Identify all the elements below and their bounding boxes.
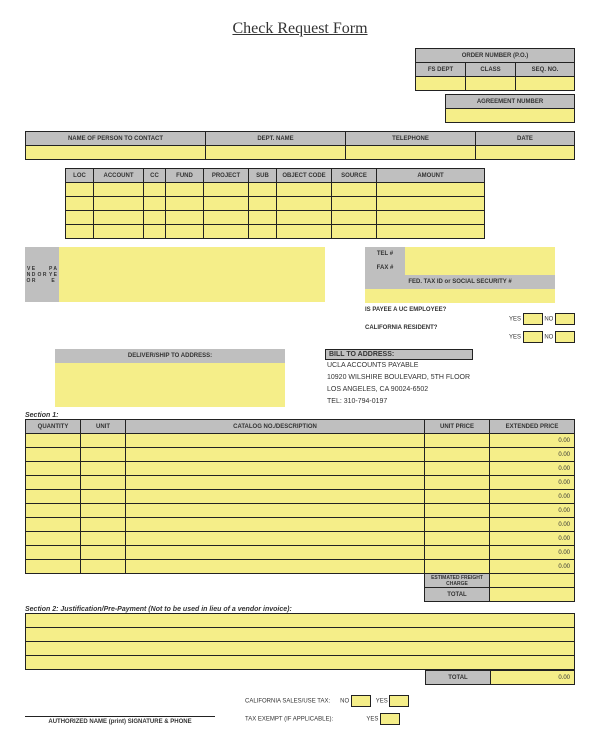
order-header: ORDER NUMBER (P.O.) — [416, 49, 575, 63]
eprice-hdr: EXTENDED PRICE — [490, 420, 575, 434]
seqno-hdr: SEQ. NO. — [516, 63, 575, 77]
contact-numbers: TEL # FAX # FED. TAX ID or SOCIAL SECURI… — [365, 247, 555, 303]
fsdept-hdr: FS DEPT — [416, 63, 466, 77]
no-label: NO — [544, 317, 553, 323]
qty-hdr: QUANTITY — [26, 420, 81, 434]
class-hdr: CLASS — [466, 63, 516, 77]
object-hdr: OBJECT CODE — [277, 169, 332, 183]
cc-hdr: CC — [144, 169, 166, 183]
justification-box — [25, 613, 575, 670]
contact-table: NAME OF PERSON TO CONTACT DEPT. NAME TEL… — [25, 131, 575, 160]
acct-cell[interactable] — [66, 183, 94, 197]
yes-label: YES — [509, 317, 521, 323]
deliver-box: DELIVER/SHIP TO ADDRESS: — [55, 349, 285, 407]
loc-hdr: LOC — [66, 169, 94, 183]
agreement-hdr: AGREEMENT NUMBER — [446, 95, 575, 109]
fed-input[interactable] — [365, 289, 555, 303]
billto-l1: UCLA ACCOUNTS PAYABLE — [327, 360, 575, 372]
contact-tel-hdr: TELEPHONE — [346, 132, 476, 146]
seqno-input[interactable] — [516, 77, 575, 91]
deliver-hdr: DELIVER/SHIP TO ADDRESS: — [55, 349, 285, 363]
catalog-hdr: CATALOG NO./DESCRIPTION — [126, 420, 425, 434]
or-label: O R — [37, 247, 47, 302]
sec2-total: TOTAL0.00 — [425, 670, 575, 685]
just-line[interactable] — [26, 614, 575, 628]
exempt-label: TAX EXEMPT (IF APPLICABLE): — [245, 717, 333, 723]
uprice-hdr: UNIT PRICE — [425, 420, 490, 434]
signature-label: AUTHORIZED NAME (print) SIGNATURE & PHON… — [25, 719, 215, 725]
tax-no-check[interactable] — [351, 695, 371, 707]
cal-yes-check[interactable] — [523, 331, 543, 343]
class-input[interactable] — [466, 77, 516, 91]
account-table: LOC ACCOUNT CC FUND PROJECT SUB OBJECT C… — [65, 168, 485, 239]
items-table: QUANTITY UNIT CATALOG NO./DESCRIPTION UN… — [25, 419, 575, 602]
page-title: Check Request Form — [25, 20, 575, 38]
total-hdr: TOTAL — [425, 588, 490, 602]
signature-line[interactable] — [25, 716, 215, 717]
contact-name-hdr: NAME OF PERSON TO CONTACT — [26, 132, 206, 146]
contact-date-input[interactable] — [476, 146, 575, 160]
fax-input[interactable] — [405, 261, 555, 275]
ext-price: 0.00 — [490, 434, 575, 448]
fax-hdr: FAX # — [365, 261, 405, 275]
source-hdr: SOURCE — [332, 169, 377, 183]
contact-dept-input[interactable] — [206, 146, 346, 160]
agreement-input[interactable] — [446, 109, 575, 123]
billto-hdr: BILL TO ADDRESS: — [325, 349, 473, 360]
contact-date-hdr: DATE — [476, 132, 575, 146]
tax-yes-check[interactable] — [389, 695, 409, 707]
billto-l3: LOS ANGELES, CA 90024-6502 — [327, 384, 575, 396]
vendor-label: V E N D O R — [25, 247, 37, 302]
billto-l2: 10920 WILSHIRE BOULEVARD, 5TH FLOOR — [327, 372, 575, 384]
contact-tel-input[interactable] — [346, 146, 476, 160]
billto-l4: TEL: 310-794-0197 — [327, 396, 575, 408]
unit-hdr: UNIT — [81, 420, 126, 434]
freight-hdr: ESTIMATED FREIGHT CHARGE — [425, 574, 490, 588]
sec2-total-hdr: TOTAL — [426, 671, 491, 685]
deliver-line[interactable] — [55, 363, 285, 374]
order-number-box: ORDER NUMBER (P.O.) FS DEPT CLASS SEQ. N… — [415, 48, 575, 91]
contact-dept-hdr: DEPT. NAME — [206, 132, 346, 146]
exempt-yes-check[interactable] — [380, 713, 400, 725]
fed-hdr: FED. TAX ID or SOCIAL SECURITY # — [365, 275, 555, 289]
amount-hdr: AMOUNT — [377, 169, 485, 183]
sub-hdr: SUB — [249, 169, 277, 183]
total-input[interactable] — [490, 588, 575, 602]
vendor-line[interactable] — [59, 247, 325, 258]
fund-hdr: FUND — [166, 169, 204, 183]
item-row[interactable] — [26, 434, 81, 448]
agreement-box: AGREEMENT NUMBER — [445, 94, 575, 123]
freight-input[interactable] — [490, 574, 575, 588]
payee-label: P A Y E E — [47, 247, 59, 302]
project-hdr: PROJECT — [204, 169, 249, 183]
tel-hdr: TEL # — [365, 247, 405, 261]
tel-input[interactable] — [405, 247, 555, 261]
section1-label: Section 1: — [25, 412, 575, 419]
cal-no-check[interactable] — [555, 331, 575, 343]
emp-no-check[interactable] — [555, 313, 575, 325]
emp-yes-check[interactable] — [523, 313, 543, 325]
section2-label: Section 2: Justification/Pre-Payment (No… — [25, 606, 575, 613]
fsdept-input[interactable] — [416, 77, 466, 91]
account-hdr: ACCOUNT — [94, 169, 144, 183]
sec2-total-val: 0.00 — [491, 671, 575, 685]
vendor-box: V E N D O R O R P A Y E E — [25, 247, 325, 302]
contact-name-input[interactable] — [26, 146, 206, 160]
tax-label: CALIFORNIA SALES/USE TAX: — [245, 699, 330, 705]
